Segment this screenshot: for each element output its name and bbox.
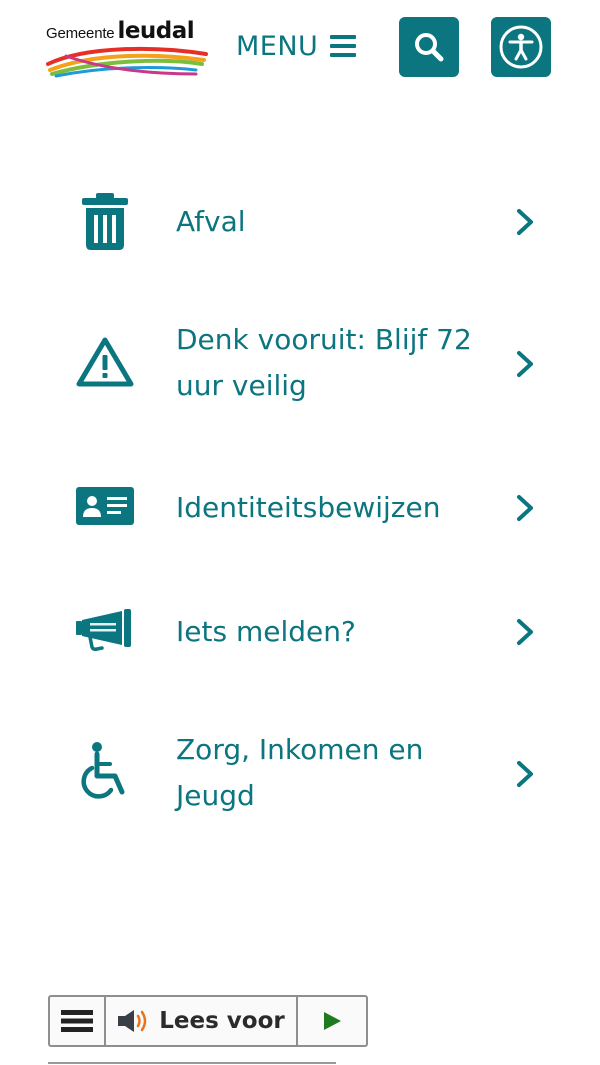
- warning-triangle-icon: [74, 334, 136, 390]
- site-header: Gemeente leudal MENU: [0, 0, 600, 100]
- lees-voor-button[interactable]: Lees voor: [106, 997, 298, 1045]
- list-item-label: Identiteitsbewijzen: [176, 491, 441, 524]
- list-item-identiteitsbewijzen[interactable]: Identiteitsbewijzen: [0, 476, 600, 540]
- read-aloud-menu-button[interactable]: [50, 997, 106, 1045]
- wheelchair-icon: [74, 742, 136, 802]
- accessibility-icon: [499, 25, 543, 69]
- logo-name: leudal: [117, 18, 195, 44]
- accessibility-button[interactable]: [491, 17, 551, 77]
- logo-prefix: Gemeente: [46, 25, 115, 42]
- logo-swoosh-icon: [46, 46, 208, 78]
- gemeente-leudal-logo[interactable]: Gemeente leudal: [46, 14, 211, 80]
- menu-button[interactable]: MENU: [236, 26, 357, 66]
- chevron-right-icon: [517, 761, 533, 787]
- chevron-right-icon: [517, 351, 533, 377]
- speaker-icon: [118, 1010, 147, 1032]
- divider: [48, 1062, 336, 1064]
- trash-icon: [74, 192, 136, 252]
- play-button[interactable]: [298, 997, 366, 1045]
- logo-wordmark: Gemeente leudal: [46, 18, 195, 44]
- play-icon: [324, 1012, 341, 1030]
- list-item-label: Iets melden?: [176, 615, 356, 648]
- read-aloud-toolbar: Lees voor: [48, 995, 368, 1047]
- chevron-right-icon: [517, 619, 533, 645]
- list-item-iets-melden[interactable]: Iets melden?: [0, 600, 600, 664]
- list-item-label: Denk vooruit: Blijf 72 uur veilig: [176, 323, 472, 402]
- id-card-icon: [74, 486, 136, 526]
- hamburger-menu-icon: [330, 35, 357, 57]
- list-item-label: Zorg, Inkomen en Jeugd: [176, 733, 424, 812]
- search-button[interactable]: [399, 17, 459, 77]
- chevron-right-icon: [517, 209, 533, 235]
- list-item-denk-vooruit[interactable]: Denk vooruit: Blijf 72 uur veilig: [0, 316, 600, 412]
- menu-label: MENU: [236, 30, 319, 62]
- hamburger-icon: [61, 1010, 93, 1032]
- lees-voor-label: Lees voor: [159, 1008, 285, 1034]
- chevron-right-icon: [517, 495, 533, 521]
- search-icon: [415, 33, 444, 62]
- megaphone-icon: [74, 608, 136, 652]
- list-item-zorg-inkomen-jeugd[interactable]: Zorg, Inkomen en Jeugd: [0, 726, 600, 822]
- list-item-label: Afval: [176, 205, 246, 238]
- list-item-afval[interactable]: Afval: [0, 190, 600, 254]
